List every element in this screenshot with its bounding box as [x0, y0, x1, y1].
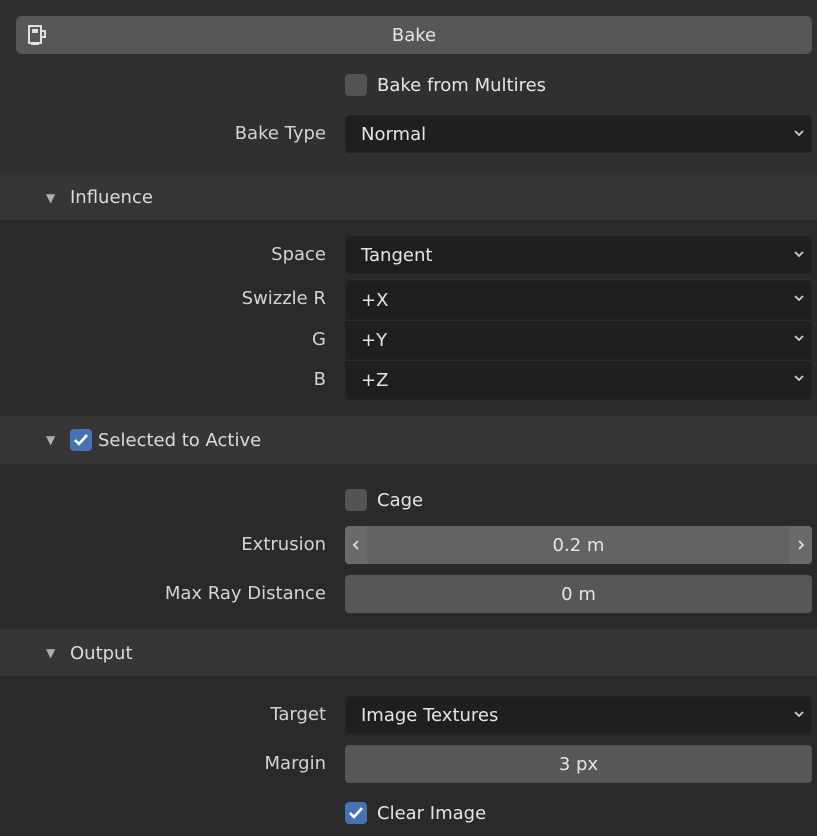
max-ray-distance-label: Max Ray Distance [164, 583, 326, 604]
chevron-down-icon [794, 295, 804, 302]
cage-row[interactable]: Cage [345, 485, 423, 515]
swizzle-r-dropdown[interactable]: +X [345, 280, 812, 320]
increment-arrow-icon[interactable] [790, 526, 812, 564]
collapse-triangle-icon: ▼ [46, 433, 56, 447]
margin-field[interactable]: 3 px [345, 745, 812, 783]
margin-value: 3 px [558, 753, 599, 775]
clear-image-row[interactable]: Clear Image [345, 798, 486, 828]
target-value: Image Textures [361, 704, 499, 726]
selected-to-active-checkbox[interactable] [70, 429, 92, 451]
extrusion-label: Extrusion [241, 534, 326, 555]
chevron-down-icon [794, 375, 804, 382]
g-value: +Y [361, 329, 388, 351]
collapse-triangle-icon: ▼ [46, 646, 56, 660]
bake-button[interactable]: Bake [16, 16, 812, 54]
bake-type-dropdown[interactable]: Normal [345, 115, 812, 153]
bake-from-multires-label: Bake from Multires [377, 74, 547, 96]
swizzle-r-label: Swizzle R [241, 288, 326, 309]
space-dropdown[interactable]: Tangent [345, 236, 812, 274]
space-value: Tangent [361, 244, 433, 266]
output-title: Output [70, 642, 133, 664]
chevron-down-icon [794, 251, 804, 258]
bake-type-label: Bake Type [234, 123, 326, 144]
influence-header[interactable]: ▼ Influence [0, 175, 817, 220]
collapse-triangle-icon: ▼ [46, 190, 56, 205]
selected-to-active-title: Selected to Active [98, 429, 262, 451]
max-ray-distance-field[interactable]: 0 m [345, 575, 812, 613]
decrement-arrow-icon[interactable] [345, 526, 367, 564]
bake-button-label: Bake [391, 24, 437, 46]
bake-type-value: Normal [361, 123, 427, 145]
cage-label: Cage [377, 489, 424, 511]
chevron-down-icon [794, 711, 804, 718]
output-header[interactable]: ▼ Output [0, 630, 817, 676]
g-dropdown[interactable]: +Y [345, 320, 812, 360]
checkmark-icon [74, 434, 88, 446]
camera-icon [28, 25, 46, 45]
b-dropdown[interactable]: +Z [345, 360, 812, 400]
extrusion-value: 0.2 m [552, 534, 605, 556]
chevron-down-icon [794, 335, 804, 342]
swizzle-r-value: +X [361, 289, 389, 311]
bake-from-multires-checkbox[interactable] [345, 74, 367, 96]
max-ray-distance-value: 0 m [561, 583, 596, 605]
bake-from-multires-row[interactable]: Bake from Multires [345, 70, 546, 100]
extrusion-field[interactable]: 0.2 m [345, 526, 812, 564]
clear-image-checkbox[interactable] [345, 802, 367, 824]
margin-label: Margin [264, 753, 326, 774]
selected-to-active-header[interactable]: ▼ Selected to Active [0, 416, 817, 464]
space-label: Space [271, 244, 326, 265]
b-label: B [313, 369, 326, 390]
target-label: Target [270, 704, 326, 725]
checkmark-icon [349, 807, 363, 819]
clear-image-label: Clear Image [377, 802, 487, 824]
b-value: +Z [361, 369, 389, 391]
influence-title: Influence [70, 187, 153, 208]
cage-checkbox[interactable] [345, 489, 367, 511]
target-dropdown[interactable]: Image Textures [345, 696, 812, 734]
g-label: G [312, 329, 326, 350]
chevron-down-icon [794, 130, 804, 137]
